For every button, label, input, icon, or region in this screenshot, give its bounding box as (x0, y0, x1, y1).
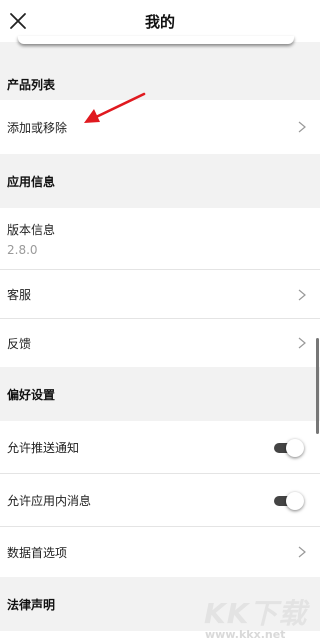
push-notification-toggle[interactable] (274, 438, 304, 457)
close-icon[interactable] (6, 9, 30, 33)
red-arrow-annotation (84, 92, 146, 123)
row-label: 允许应用内消息 (7, 494, 92, 508)
watermark-logo: KK下载 (204, 597, 308, 630)
version-label: 版本信息 (7, 223, 56, 237)
feedback-row[interactable]: 反馈 (0, 319, 320, 367)
row-label: 数据首选项 (7, 545, 68, 560)
section-title-preferences: 偏好设置 (0, 367, 320, 421)
page-title: 我的 (144, 12, 175, 31)
collapsed-card-edge (18, 36, 294, 44)
section-title-app-info: 应用信息 (0, 154, 320, 208)
version-info-row: 版本信息 2.8.0 (0, 208, 320, 270)
chevron-right-icon (296, 546, 308, 558)
in-app-message-row: 允许应用内消息 (0, 474, 320, 527)
chevron-right-icon (296, 121, 308, 133)
chevron-right-icon (296, 289, 308, 301)
row-label: 客服 (7, 288, 32, 302)
chevron-right-icon (296, 337, 308, 349)
in-app-message-toggle[interactable] (274, 491, 304, 510)
toggle-knob (286, 491, 304, 510)
add-or-remove-products-row[interactable]: 添加或移除 (0, 100, 320, 154)
toggle-knob (286, 438, 304, 457)
section-title-products: 产品列表 (0, 68, 320, 100)
watermark-url: www.kkx.net (205, 628, 286, 641)
row-label: 添加或移除 (7, 120, 68, 135)
row-label: 允许推送通知 (7, 441, 80, 455)
customer-service-row[interactable]: 客服 (0, 270, 320, 319)
scrollbar[interactable] (316, 338, 319, 434)
push-notification-row: 允许推送通知 (0, 421, 320, 474)
data-preferences-row[interactable]: 数据首选项 (0, 527, 320, 577)
row-label: 反馈 (7, 336, 32, 351)
version-value: 2.8.0 (7, 243, 38, 257)
